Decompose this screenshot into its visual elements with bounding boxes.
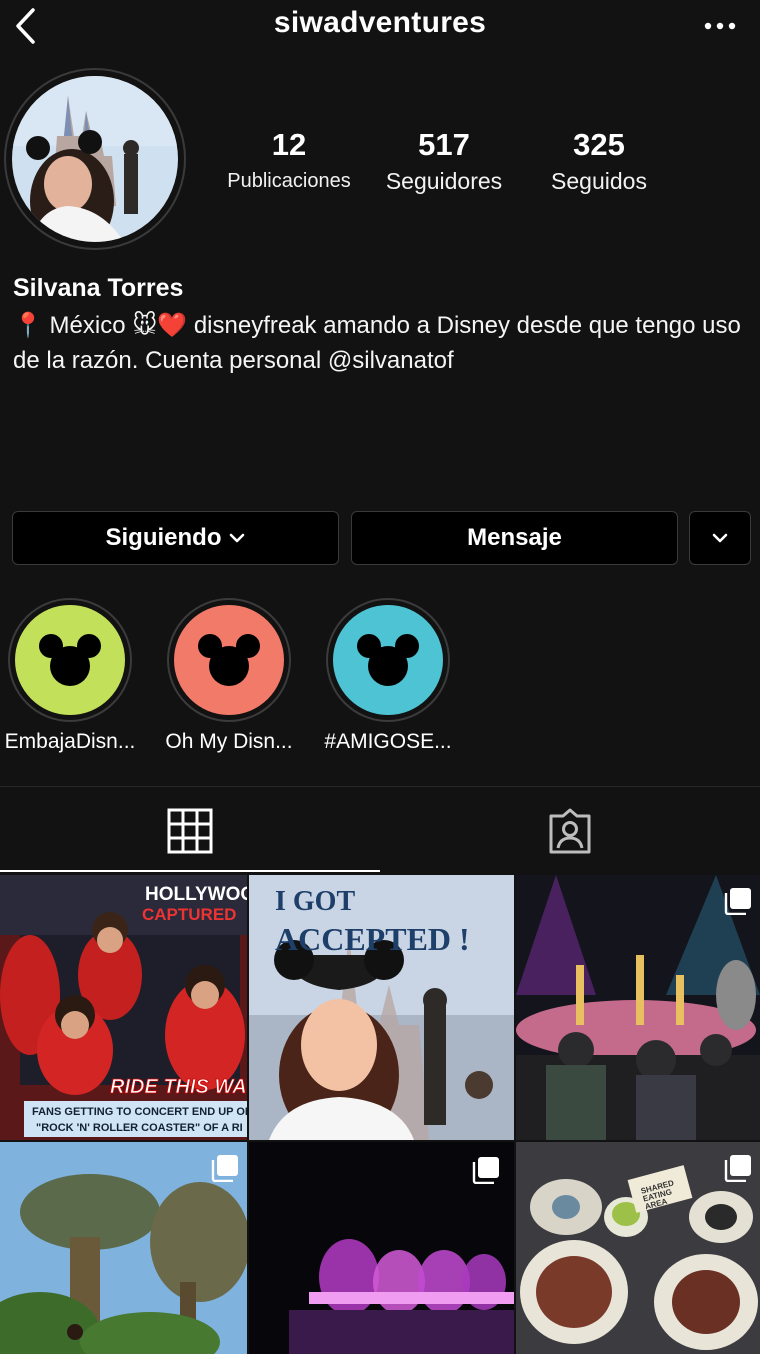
post-thumbnail[interactable] (0, 1142, 247, 1354)
active-tab-indicator (0, 870, 380, 872)
highlight-label: Oh My Disn... (165, 730, 293, 753)
post-image (0, 1142, 247, 1354)
chevron-down-icon (229, 533, 244, 543)
stat-followers[interactable]: 517 Seguidores (364, 126, 524, 198)
following-button[interactable]: Siguiendo (12, 511, 339, 565)
post-thumbnail[interactable]: I GOT ACCEPTED ! (249, 875, 514, 1140)
highlight-cover (333, 605, 443, 715)
avatar-image (12, 76, 178, 242)
tabs-divider (0, 786, 760, 787)
stat-followers-count: 517 (418, 127, 470, 162)
stat-following[interactable]: 325 Seguidos (519, 126, 679, 198)
message-button[interactable]: Mensaje (351, 511, 678, 565)
highlight-label: EmbajaDisn... (4, 730, 136, 753)
mickey-icon (198, 634, 260, 686)
post-thumbnail[interactable]: HOLLYWOOD CAPTURED RIDE THIS WAY FANS GE… (0, 875, 247, 1140)
post-caption: I GOT (275, 886, 355, 917)
highlight-amigos[interactable] (326, 598, 450, 722)
highlight-embajadisney[interactable] (8, 598, 132, 722)
highlight-cover (174, 605, 284, 715)
highlight-oh-my-disney[interactable] (167, 598, 291, 722)
multiple-photos-icon (724, 888, 751, 915)
suggested-accounts-button[interactable] (689, 511, 751, 565)
tab-posts-grid[interactable] (0, 790, 380, 872)
stat-posts-count: 12 (271, 127, 307, 162)
stat-followers-label: Seguidores (385, 168, 503, 194)
post-caption: FANS GETTING TO CONCERT END UP ON (32, 1106, 247, 1118)
grid-icon (167, 808, 213, 854)
chevron-down-icon (712, 533, 728, 543)
message-button-label: Mensaje (467, 524, 562, 551)
following-button-label: Siguiendo (105, 524, 222, 551)
highlight-cover (15, 605, 125, 715)
post-image: HOLLYWOOD CAPTURED RIDE THIS WAY FANS GE… (0, 875, 247, 1140)
post-thumbnail[interactable] (516, 875, 760, 1140)
stat-posts[interactable]: 12 Publicaciones (209, 126, 369, 198)
avatar[interactable] (12, 76, 178, 242)
stat-following-count: 325 (573, 127, 625, 162)
stat-posts-label: Publicaciones (227, 170, 351, 192)
mickey-icon (357, 634, 419, 686)
post-thumbnail[interactable]: SHARED EATING AREA (516, 1142, 760, 1354)
stat-following-label: Seguidos (551, 168, 647, 194)
post-image: I GOT ACCEPTED ! (249, 875, 514, 1140)
tab-tagged[interactable] (380, 790, 760, 872)
multiple-photos-icon (472, 1157, 499, 1184)
post-caption: HOLLYWOOD (145, 884, 247, 905)
tagged-person-icon (549, 808, 591, 854)
post-caption: RIDE THIS WAY (110, 1076, 247, 1098)
multiple-photos-icon (724, 1155, 751, 1182)
profile-full-name: Silvana Torres (13, 274, 184, 302)
multiple-photos-icon (211, 1155, 238, 1182)
highlight-label: #AMIGOSE... (324, 730, 452, 753)
more-horizontal-icon (704, 22, 736, 30)
more-options-button[interactable] (700, 8, 740, 44)
post-caption: "ROCK 'N' ROLLER COASTER" OF A RI (36, 1122, 243, 1134)
profile-bio: 📍 México 🐭❤️ disneyfreak amando a Disney… (13, 312, 741, 374)
post-thumbnail[interactable] (249, 1142, 514, 1354)
mickey-icon (39, 634, 101, 686)
post-caption: CAPTURED (142, 905, 236, 924)
post-caption: ACCEPTED ! (275, 921, 470, 957)
profile-username: siwadventures (273, 6, 487, 39)
